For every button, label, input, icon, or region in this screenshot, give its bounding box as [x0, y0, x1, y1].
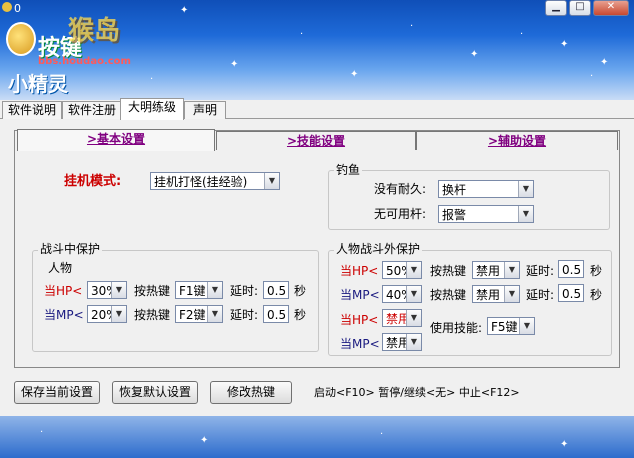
no-durability-value: 换杆 [442, 183, 467, 197]
logo-site-mark: 猴岛 [68, 16, 121, 46]
outside-mp-delay-label: 延时: [526, 288, 555, 302]
chevron-down-icon: ▼ [504, 286, 519, 302]
tab-software-info[interactable]: 软件说明 [2, 101, 62, 119]
battle-hp-select[interactable]: 30% ▼ [87, 281, 127, 299]
chevron-down-icon: ▼ [519, 318, 534, 334]
logo: 按键 猴岛 bbs.houdao.com 小精灵 [0, 4, 170, 96]
outside-mp-unit: 秒 [590, 288, 603, 302]
minimize-button[interactable]: ▁ [545, 0, 567, 16]
tab-daming-leveling[interactable]: 大明练级 [120, 98, 184, 120]
subtab-label: >基本设置 [86, 132, 146, 146]
chevron-down-icon: ▼ [264, 173, 279, 189]
subtab-label: >辅助设置 [487, 134, 547, 148]
outside-hp-select[interactable]: 50% ▼ [382, 261, 422, 279]
skill-select[interactable]: F5键 ▼ [487, 317, 535, 335]
tab-label: 大明练级 [127, 100, 176, 114]
chevron-down-icon: ▼ [406, 286, 421, 302]
chevron-down-icon: ▼ [504, 262, 519, 278]
battle-hp-delay-label: 延时: [230, 284, 259, 298]
outside-mp-label: 当MP< [340, 288, 380, 302]
fishing-title: 钓鱼 [334, 163, 363, 177]
save-settings-button[interactable]: 保存当前设置 [14, 381, 100, 404]
battle-mp-hotkey-label: 按热键 [134, 308, 171, 322]
outside-hp-hotkey-select[interactable]: 禁用 ▼ [472, 261, 520, 279]
hotkey-status: 启动<F10> 暂停/继续<无> 中止<F12> [314, 386, 520, 399]
battle-mp-label: 当MP< [44, 308, 84, 322]
outside-hp-delay-label: 延时: [526, 264, 555, 278]
tab-label: 软件注册 [67, 103, 116, 117]
battle-hp-hotkey-value: F1键 [179, 284, 206, 298]
chevron-down-icon: ▼ [406, 262, 421, 278]
battle-mp-hotkey-value: F2键 [179, 308, 206, 322]
outside-mp-hotkey-value: 禁用 [476, 288, 501, 302]
subtab-assist-settings[interactable]: >辅助设置 [416, 131, 618, 150]
restore-defaults-button[interactable]: 恢复默认设置 [112, 381, 198, 404]
battle-hp-delay-input[interactable]: 0.5 [263, 281, 289, 299]
minimize-icon: ▁ [552, 1, 560, 12]
maximize-icon: □ [575, 1, 585, 12]
outside-hp2-select[interactable]: 禁用 ▼ [382, 309, 422, 327]
skill-value: F5键 [491, 320, 518, 334]
outside-hp-hotkey-value: 禁用 [476, 264, 501, 278]
close-icon: ✕ [606, 1, 616, 12]
tab-label: 软件说明 [7, 103, 56, 117]
tab-label: 声明 [192, 103, 217, 117]
outside-hp2-label: 当HP< [340, 313, 379, 327]
chevron-down-icon: ▼ [406, 310, 421, 326]
outside-mp-select[interactable]: 40% ▼ [382, 285, 422, 303]
outside-hp-hotkey-label: 按热键 [430, 264, 467, 278]
outside-hp-unit: 秒 [590, 264, 603, 278]
battle-mp-hotkey-select[interactable]: F2键 ▼ [175, 305, 223, 323]
chevron-down-icon: ▼ [207, 306, 222, 322]
chevron-down-icon: ▼ [111, 282, 126, 298]
hang-mode-select[interactable]: 挂机打怪(挂经验) ▼ [150, 172, 280, 190]
outside-mp-hotkey-select[interactable]: 禁用 ▼ [472, 285, 520, 303]
character-title: 人物 [48, 261, 73, 275]
chevron-down-icon: ▼ [207, 282, 222, 298]
battle-mp-unit: 秒 [294, 308, 307, 322]
modify-hotkey-button[interactable]: 修改热键 [210, 381, 292, 404]
battle-mp-select[interactable]: 20% ▼ [87, 305, 127, 323]
hang-mode-value: 挂机打怪(挂经验) [154, 175, 248, 189]
logo-line2: 小精灵 [8, 72, 68, 96]
logo-watermark: bbs.houdao.com [38, 56, 131, 67]
no-durability-select[interactable]: 换杆 ▼ [438, 180, 534, 198]
no-rod-value: 报警 [442, 208, 467, 222]
no-durability-label: 没有耐久: [374, 182, 427, 196]
bottom-banner: · ✦ · ✦ [0, 416, 634, 458]
skill-label: 使用技能: [430, 321, 483, 335]
outside-hp-delay-input[interactable]: 0.5 [558, 260, 584, 278]
subtab-basic-settings[interactable]: >基本设置 [17, 129, 215, 151]
outside-mp2-select[interactable]: 禁用 ▼ [382, 333, 422, 351]
close-button[interactable]: ✕ [593, 0, 629, 16]
battle-hp-hotkey-select[interactable]: F1键 ▼ [175, 281, 223, 299]
battle-hp-unit: 秒 [294, 284, 307, 298]
chevron-down-icon: ▼ [406, 334, 421, 350]
maximize-button[interactable]: □ [569, 0, 591, 16]
hang-mode-label: 挂机模式: [64, 174, 122, 189]
battle-hp-hotkey-label: 按热键 [134, 284, 171, 298]
tab-statement[interactable]: 声明 [184, 101, 226, 119]
outside-mp2-label: 当MP< [340, 337, 380, 351]
no-rod-label: 无可用杆: [374, 207, 427, 221]
chevron-down-icon: ▼ [111, 306, 126, 322]
battle-protection-title: 战斗中保护 [38, 242, 103, 256]
chevron-down-icon: ▼ [518, 181, 533, 197]
outside-mp-hotkey-label: 按热键 [430, 288, 467, 302]
outside-protection-title: 人物战斗外保护 [334, 242, 423, 256]
logo-mascot-icon [6, 22, 36, 56]
chevron-down-icon: ▼ [518, 206, 533, 222]
outside-mp-delay-input[interactable]: 0.5 [558, 284, 584, 302]
subtab-skill-settings[interactable]: >技能设置 [216, 131, 416, 150]
tab-software-register[interactable]: 软件注册 [62, 101, 122, 119]
battle-mp-delay-label: 延时: [230, 308, 259, 322]
no-rod-select[interactable]: 报警 ▼ [438, 205, 534, 223]
subtab-label: >技能设置 [286, 134, 346, 148]
battle-mp-delay-input[interactable]: 0.5 [263, 305, 289, 323]
outside-hp-label: 当HP< [340, 264, 379, 278]
battle-hp-label: 当HP< [44, 284, 83, 298]
